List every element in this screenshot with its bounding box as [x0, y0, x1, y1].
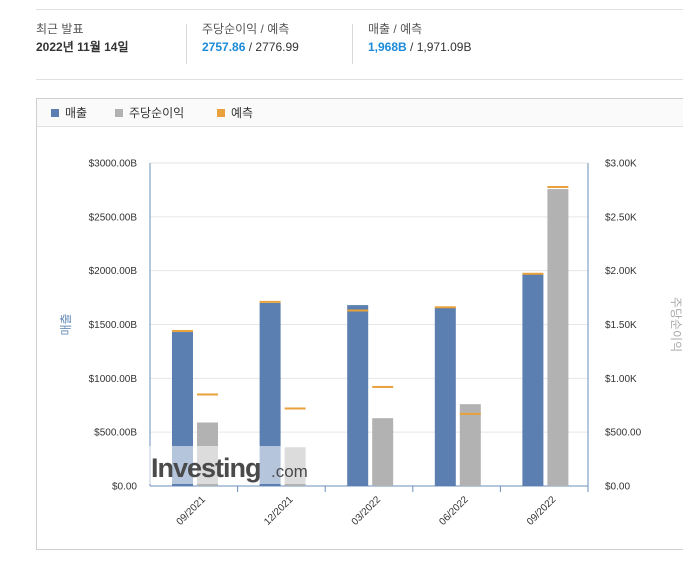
y-tick-left: $0.00	[112, 482, 137, 493]
earnings-summary: 최근 발표 2022년 11월 14일 주당순이익 / 예측 2757.86 /…	[36, 22, 683, 72]
eps-actual: 2757.86	[202, 40, 246, 54]
revenue-separator: /	[410, 40, 414, 54]
bar-eps	[547, 189, 569, 486]
eps-summary: 주당순이익 / 예측 2757.86 / 2776.99	[202, 22, 299, 66]
latest-release-date: 2022년 11월 14일	[36, 40, 129, 54]
earnings-chart: 매출 주당순이익 예측 $0.00 $0.00 $500.00B $500.00 $10…	[36, 98, 683, 550]
forecast-marker-revenue	[172, 329, 193, 332]
y-tick-right: $0.00	[605, 482, 630, 493]
eps-summary-values: 2757.86 / 2776.99	[202, 40, 299, 54]
bar-revenue	[434, 307, 456, 486]
bar-eps	[459, 404, 481, 486]
top-rule	[36, 9, 683, 10]
y-axis-title-right: 주당순이익	[669, 297, 682, 352]
forecast-marker-eps	[372, 385, 394, 388]
forecast-marker-revenue	[347, 309, 369, 312]
x-tick-label: 06/2022	[437, 494, 471, 528]
y-tick-right: $2.50K	[605, 212, 637, 223]
forecast-marker-revenue	[434, 306, 456, 309]
bar-revenue	[347, 305, 369, 486]
eps-summary-label: 주당순이익 / 예측	[202, 22, 290, 36]
y-tick-right: $1.50K	[605, 320, 637, 331]
forecast-marker-revenue	[522, 272, 544, 275]
forecast-marker-eps	[197, 393, 218, 396]
y-tick-right: $2.00K	[605, 266, 637, 277]
x-tick-label: 12/2021	[262, 494, 296, 528]
y-tick-left: $1000.00B	[89, 374, 138, 385]
summary-separator	[186, 24, 187, 64]
y-tick-right: $1.00K	[605, 374, 637, 385]
y-axis-title-left: 매출	[59, 313, 73, 335]
y-tick-left: $1500.00B	[89, 320, 138, 331]
revenue-summary-values: 1,968B / 1,971.09B	[368, 40, 471, 54]
eps-separator: /	[248, 40, 253, 54]
y-tick-left: $2500.00B	[89, 212, 138, 223]
forecast-marker-eps	[284, 407, 306, 410]
y-tick-right: $3.00K	[605, 159, 637, 170]
y-tick-left: $3000.00B	[89, 159, 138, 170]
x-tick-label: 09/2021	[175, 494, 209, 528]
revenue-forecast: 1,971.09B	[416, 40, 472, 54]
summary-divider	[36, 79, 683, 80]
chart-plot: $0.00 $0.00 $500.00B $500.00 $1000.00B $1.00K…	[59, 159, 682, 528]
revenue-summary: 매출 / 예측 1,968B / 1,971.09B	[368, 22, 471, 66]
forecast-marker-revenue	[259, 300, 281, 303]
latest-release-label: 최근 발표	[36, 22, 84, 36]
watermark-brand: Investing	[151, 453, 261, 483]
revenue-summary-label: 매출 / 예측	[368, 22, 423, 36]
summary-separator	[352, 24, 353, 64]
x-tick-label: 09/2022	[525, 494, 559, 528]
forecast-marker-eps	[547, 186, 569, 189]
y-tick-left: $2000.00B	[89, 266, 138, 277]
watermark-suffix: .com	[271, 462, 308, 481]
x-tick-label: 03/2022	[350, 494, 384, 528]
revenue-actual: 1,968B	[368, 40, 407, 54]
forecast-marker-eps	[459, 412, 481, 415]
y-tick-right: $500.00	[605, 428, 642, 439]
latest-release: 최근 발표 2022년 11월 14일	[36, 22, 129, 66]
bar-eps	[372, 418, 394, 486]
y-tick-left: $500.00B	[94, 428, 137, 439]
bar-revenue	[522, 274, 544, 486]
eps-forecast: 2776.99	[255, 40, 299, 54]
